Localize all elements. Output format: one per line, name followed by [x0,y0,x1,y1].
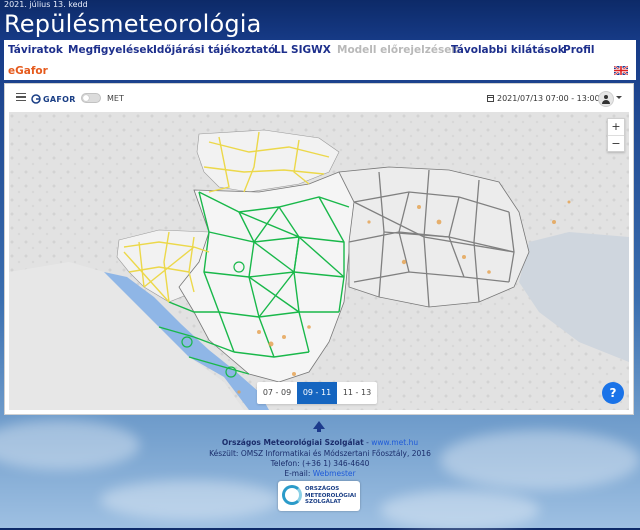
footer-made-by: Készült: OMSZ Informatikai és Módszertan… [209,449,431,458]
nav-idojarasi-tajekoztato[interactable]: Időjárási tájékoztató [153,44,275,56]
gafor-map[interactable]: + − 07 - 09 09 - 11 11 - 13 ? [9,112,629,410]
main-navigation: Táviratok Megfigyelések Időjárási tájéko… [4,40,636,80]
footer-email-label: E-mail: [284,469,313,478]
footer-phone: Telefon: (+36 1) 346-4640 [270,459,370,468]
zoom-out-button[interactable]: − [608,136,624,152]
met-toggle-label: MET [107,94,124,103]
map-canvas [9,112,629,410]
zoom-in-button[interactable]: + [608,119,624,136]
footer-url-link[interactable]: www.met.hu [371,438,418,447]
uk-flag-icon[interactable] [614,66,628,75]
omsz-swirl-icon [282,485,302,505]
nav-modell-elorejelzesek: Modell előrejelzések [337,44,459,56]
nav-megfigyelesek[interactable]: Megfigyelések [68,44,153,56]
nav-egafor[interactable]: eGafor [8,65,48,77]
scroll-to-top-icon[interactable] [313,421,325,432]
date-range: 2021/07/13 07:00 - 13:00 [487,94,600,103]
omsz-logo-text: ORSZÁGOS METEOROLÓGIAI SZOLGÁLAT [305,486,357,505]
time-interval-tabs: 07 - 09 09 - 11 11 - 13 [257,382,377,404]
met-toggle[interactable] [81,93,101,103]
nav-tavolabbi-kilatasok[interactable]: Távolabbi kilátások [451,44,565,56]
tab-11-13[interactable]: 11 - 13 [337,382,377,404]
omsz-logo[interactable]: ORSZÁGOS METEOROLÓGIAI SZOLGÁLAT [278,481,360,511]
zoom-control: + − [607,118,625,152]
cloud-decoration [380,490,540,530]
map-toolbar: GAFOR MET 2021/07/13 07:00 - 13:00 [5,84,633,112]
date-range-text: 2021/07/13 07:00 - 13:00 [497,94,600,103]
site-title: Repülésmeteorológia [4,10,262,38]
egafor-panel: GAFOR MET 2021/07/13 07:00 - 13:00 + − 0… [4,83,634,415]
egafor-logo: GAFOR [31,93,76,105]
nav-ll-sigwx[interactable]: LL SIGWX [274,44,331,56]
nav-profil[interactable]: Profil [563,44,594,56]
chevron-down-icon[interactable] [616,96,622,99]
cloud-decoration [100,480,280,520]
tab-07-09[interactable]: 07 - 09 [257,382,297,404]
footer-org-line: Országos Meteorológiai Szolgálat - www.m… [0,438,640,447]
help-button[interactable]: ? [602,382,624,404]
current-date: 2021. július 13. kedd [4,0,88,9]
nav-taviratok[interactable]: Táviratok [8,44,63,56]
footer-email-line: E-mail: Webmester [0,469,640,478]
footer-email-link[interactable]: Webmester [313,469,356,478]
egafor-brand-text: GAFOR [43,94,76,104]
tab-09-11[interactable]: 09 - 11 [297,382,337,404]
egafor-logo-icon [31,94,41,104]
footer-org: Országos Meteorológiai Szolgálat [221,438,364,447]
menu-icon[interactable] [16,93,26,101]
calendar-icon [487,95,494,102]
user-avatar-icon[interactable] [598,91,614,107]
